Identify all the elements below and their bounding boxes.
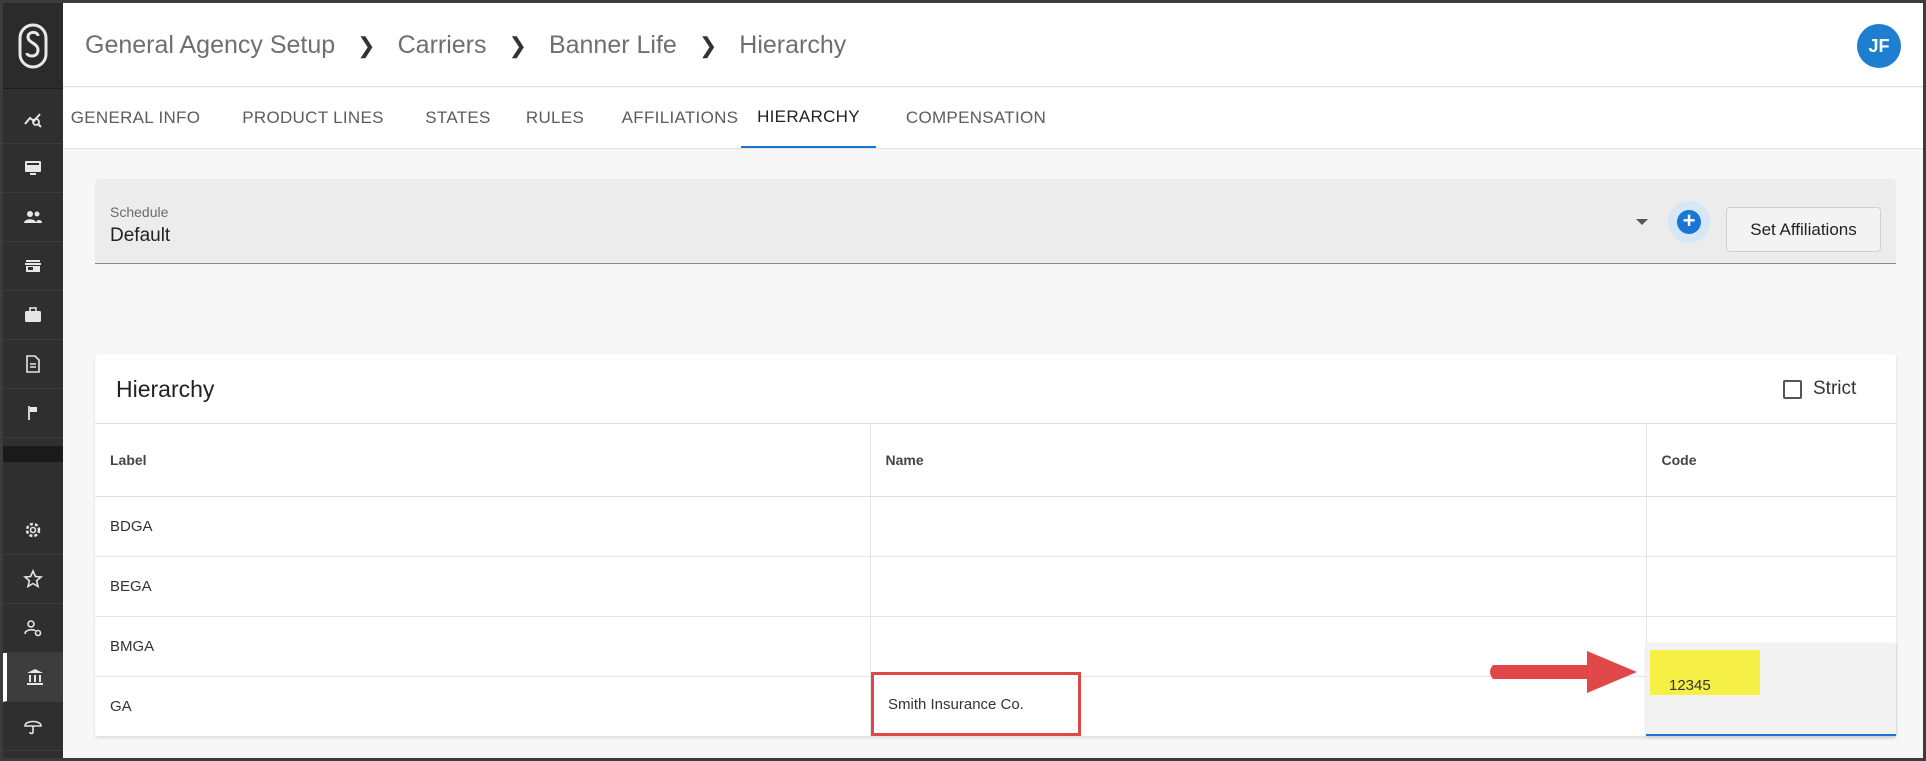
breadcrumb-item-hierarchy: Hierarchy: [739, 31, 847, 59]
plus-icon: +: [1677, 210, 1701, 234]
checkbox-icon[interactable]: [1783, 379, 1802, 399]
tab-states[interactable]: STATES: [409, 88, 507, 148]
table-row: BEGA: [95, 556, 1896, 617]
hierarchy-title: Hierarchy: [116, 376, 215, 402]
schedule-label: Schedule: [110, 204, 169, 220]
tab-general-info[interactable]: GENERAL INFO: [63, 88, 208, 148]
table-row: BDGA: [95, 496, 1896, 557]
avatar[interactable]: JF: [1857, 24, 1901, 68]
star-icon[interactable]: [3, 555, 63, 604]
breadcrumb-item-general-agency-setup[interactable]: General Agency Setup: [85, 31, 335, 60]
arrow-right-icon: [1490, 651, 1637, 693]
code-value[interactable]: 12345: [1669, 677, 1711, 694]
row-label: GA: [95, 676, 870, 737]
top-header: General Agency Setup ❯ Carriers ❯ Banner…: [63, 3, 1923, 87]
row-label: BDGA: [95, 496, 870, 557]
schedule-select[interactable]: Schedule Default + Set Affiliations: [95, 179, 1896, 264]
briefcase-icon[interactable]: [3, 291, 63, 340]
analytics-icon[interactable]: [3, 95, 63, 144]
tab-product-lines[interactable]: PRODUCT LINES: [223, 88, 403, 148]
chevron-right-icon: ❯: [698, 32, 718, 58]
document-icon[interactable]: [3, 340, 63, 389]
tab-rules[interactable]: RULES: [511, 88, 599, 148]
row-name-cell[interactable]: [869, 556, 1646, 617]
add-schedule-button[interactable]: +: [1668, 201, 1710, 243]
chevron-right-icon: ❯: [508, 32, 527, 58]
sidebar-divider: [3, 446, 63, 462]
row-label: BEGA: [95, 556, 870, 617]
bank-icon[interactable]: [3, 653, 63, 702]
strict-label: Strict: [1813, 378, 1857, 399]
row-name-cell[interactable]: [869, 496, 1646, 557]
flag-icon[interactable]: [3, 389, 63, 438]
tab-hierarchy[interactable]: HIERARCHY: [741, 88, 876, 148]
set-affiliations-button[interactable]: Set Affiliations: [1726, 207, 1881, 252]
monitor-icon[interactable]: [3, 144, 63, 193]
app-window: General Agency Setup ❯ Carriers ❯ Banner…: [0, 0, 1926, 761]
logo-icon[interactable]: [3, 3, 63, 89]
user-settings-icon[interactable]: [3, 604, 63, 653]
code-input-ga[interactable]: 12345: [1646, 643, 1896, 736]
strict-checkbox[interactable]: Strict: [1783, 378, 1856, 400]
column-header-label: Label: [95, 423, 870, 497]
column-header-name: Name: [869, 423, 1646, 497]
name-field-ga[interactable]: Smith Insurance Co.: [871, 672, 1081, 736]
tab-compensation[interactable]: COMPENSATION: [886, 88, 1066, 148]
sidebar: [3, 3, 63, 758]
chevron-right-icon: ❯: [357, 32, 376, 58]
breadcrumb-item-carriers[interactable]: Carriers: [398, 31, 487, 60]
people-icon[interactable]: [3, 193, 63, 242]
schedule-value[interactable]: Default: [110, 225, 170, 247]
row-label: BMGA: [95, 616, 870, 677]
breadcrumb: General Agency Setup ❯ Carriers ❯ Banner…: [85, 31, 846, 60]
umbrella-icon[interactable]: [3, 702, 63, 751]
breadcrumb-item-banner-life[interactable]: Banner Life: [549, 31, 677, 60]
dropdown-arrow-icon[interactable]: [1636, 219, 1648, 225]
storefront-icon[interactable]: [3, 242, 63, 291]
tab-affiliations[interactable]: AFFILIATIONS: [601, 88, 759, 148]
row-code-cell[interactable]: [1645, 556, 1896, 617]
gear-icon[interactable]: [3, 506, 63, 555]
tab-bar: GENERAL INFO PRODUCT LINES STATES RULES …: [63, 88, 1923, 149]
row-code-cell[interactable]: [1645, 496, 1896, 557]
column-header-code: Code: [1645, 423, 1896, 497]
